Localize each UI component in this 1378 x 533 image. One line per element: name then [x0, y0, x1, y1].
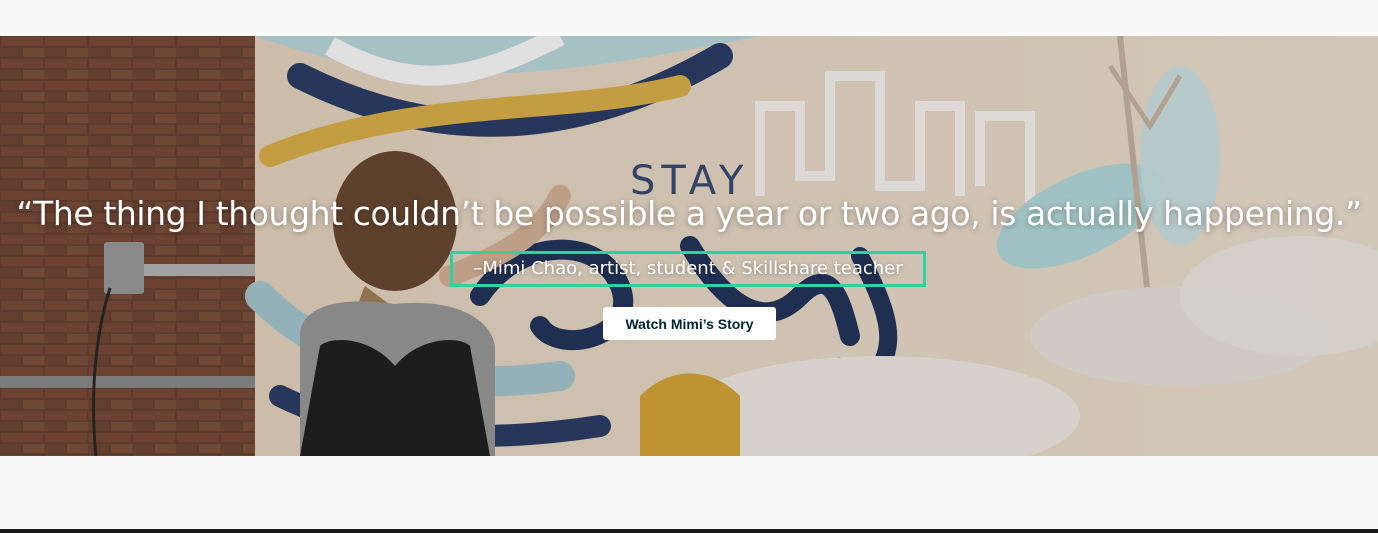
page: STAY “The thing I thought couldn’t be po…: [0, 0, 1378, 533]
hero-content: “The thing I thought couldn’t be possibl…: [0, 36, 1378, 456]
watch-story-button[interactable]: Watch Mimi’s Story: [603, 307, 776, 340]
footer-divider: [0, 529, 1378, 533]
testimonial-quote: “The thing I thought couldn’t be possibl…: [16, 194, 1362, 233]
testimonial-attribution: –Mimi Chao, artist, student & Skillshare…: [450, 251, 926, 287]
hero-section: STAY “The thing I thought couldn’t be po…: [0, 36, 1378, 456]
